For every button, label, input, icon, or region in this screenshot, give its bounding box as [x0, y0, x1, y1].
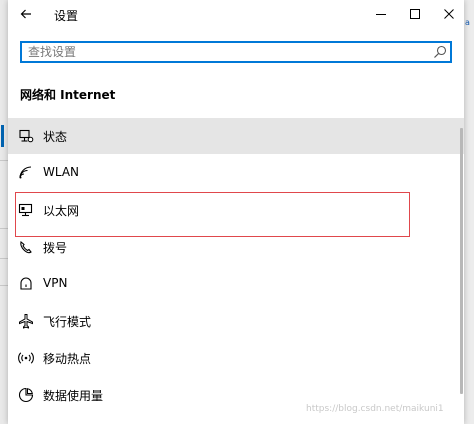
- background-divider: [0, 258, 8, 259]
- vpn-icon: [18, 276, 34, 292]
- nav-item-label: 数据使用量: [43, 389, 104, 403]
- nav-item-status[interactable]: 状态: [8, 118, 464, 154]
- nav-item-ethernet[interactable]: 以太网: [8, 192, 464, 228]
- maximize-icon: [410, 9, 420, 19]
- nav-item-label: 状态: [43, 130, 68, 144]
- watermark: https://blog.csdn.net/maikuni1: [306, 404, 444, 414]
- settings-window: 设置 网络和 Internet: [8, 0, 464, 424]
- background-divider: [0, 228, 8, 229]
- title-bar: 设置: [8, 0, 464, 28]
- search-box: [20, 41, 452, 63]
- nav-item-vpn[interactable]: VPN: [8, 266, 464, 302]
- minimize-button[interactable]: [366, 3, 396, 25]
- search-icon[interactable]: [433, 45, 447, 59]
- scrollbar[interactable]: [460, 128, 463, 394]
- background-window-right: a: [463, 0, 474, 424]
- nav-item-label: 飞行模式: [43, 315, 92, 329]
- section-title: 网络和 Internet: [20, 88, 116, 102]
- search-input[interactable]: [28, 44, 423, 60]
- ethernet-icon: [18, 202, 34, 218]
- nav-item-airplane-mode[interactable]: 飞行模式: [8, 303, 464, 339]
- window-title: 设置: [54, 9, 79, 23]
- wifi-icon: [18, 165, 34, 181]
- nav-item-label: WLAN: [43, 165, 80, 179]
- background-divider: [0, 285, 8, 286]
- close-button[interactable]: [434, 3, 464, 25]
- back-arrow-icon: [20, 9, 31, 19]
- nav-item-label: 移动热点: [43, 352, 92, 366]
- status-icon: [18, 128, 34, 144]
- data-usage-icon: [18, 387, 34, 403]
- hotspot-icon: [18, 350, 34, 366]
- close-icon: [444, 9, 454, 19]
- nav-item-mobile-hotspot[interactable]: 移动热点: [8, 340, 464, 376]
- background-divider: [0, 160, 8, 161]
- nav-item-wlan[interactable]: WLAN: [8, 155, 464, 191]
- nav-item-dialup[interactable]: 拨号: [8, 229, 464, 265]
- minimize-icon: [376, 14, 386, 15]
- back-button[interactable]: [14, 4, 38, 24]
- background-accent: [1, 125, 4, 147]
- background-text: a: [465, 18, 470, 27]
- dialup-icon: [18, 239, 34, 255]
- nav-item-label: 以太网: [43, 204, 80, 218]
- airplane-icon: [18, 313, 34, 329]
- nav-item-label: VPN: [43, 276, 68, 290]
- nav-item-label: 拨号: [43, 241, 68, 255]
- maximize-button[interactable]: [400, 3, 430, 25]
